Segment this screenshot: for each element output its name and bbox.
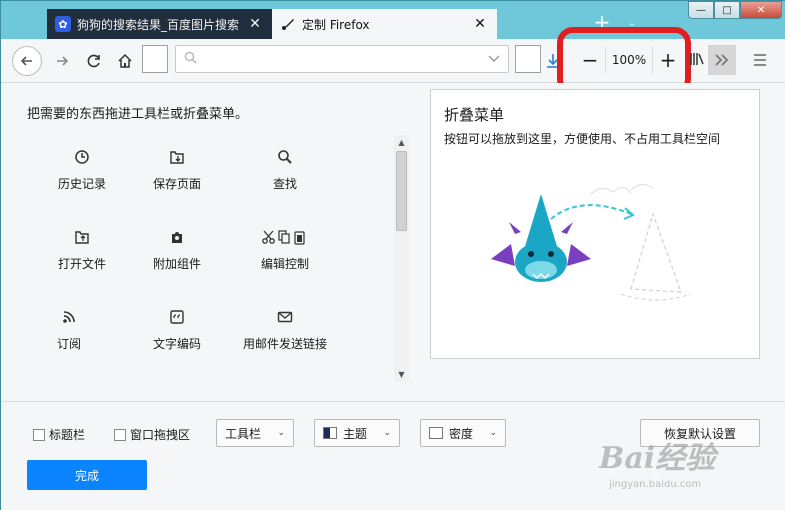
themes-dropdown-label: 主题	[343, 426, 368, 441]
feed-icon	[59, 307, 79, 327]
density-dropdown-label: 密度	[449, 426, 474, 441]
overflow-panel-title: 折叠菜单	[444, 106, 505, 124]
arrow-left-icon	[20, 56, 32, 66]
density-icon	[429, 427, 443, 439]
home-button[interactable]	[110, 46, 140, 76]
palette-item-label: 用邮件发送链接	[242, 337, 327, 351]
palette-item-open-file[interactable]: 打开文件	[27, 223, 137, 283]
done-button[interactable]: 完成	[27, 460, 147, 490]
save-page-icon	[167, 147, 187, 167]
baidu-jingyan-watermark: Bai经验 jingyan.baidu.com	[599, 433, 749, 499]
palette-item-label: 查找	[272, 177, 297, 191]
hamburger-icon	[754, 54, 766, 66]
flexible-space[interactable]	[142, 45, 168, 73]
palette-item-history[interactable]: 历史记录	[27, 143, 137, 203]
double-chevron-right-icon	[715, 54, 729, 66]
density-dropdown[interactable]: 密度 ⌄	[420, 419, 506, 447]
email-link-icon	[275, 307, 295, 327]
baidu-paw-icon: ✿	[55, 16, 71, 32]
scroll-thumb[interactable]	[396, 151, 407, 231]
home-icon	[118, 53, 132, 68]
palette-item-addons[interactable]: 附加组件	[122, 223, 232, 283]
palette-item-label: 历史记录	[57, 177, 106, 191]
maximize-button[interactable]: □	[714, 1, 740, 19]
checkbox-box[interactable]	[33, 428, 45, 441]
palette-item-text-encoding[interactable]: 文字编码	[122, 303, 232, 363]
close-icon[interactable]: ✕	[246, 15, 264, 33]
chevron-down-icon: ⌄	[277, 428, 285, 438]
url-bar[interactable]	[175, 45, 509, 73]
reload-button[interactable]	[79, 46, 109, 76]
titlebar-checkbox[interactable]: 标题栏	[33, 426, 85, 443]
find-icon	[275, 147, 295, 167]
palette-item-edit-controls[interactable]: 编辑控制	[230, 223, 340, 283]
arrow-right-icon	[57, 56, 69, 66]
history-icon	[72, 147, 92, 167]
palette-item-label: 订阅	[56, 337, 81, 351]
palette-item-label: 附加组件	[152, 257, 201, 271]
tab-customize-firefox[interactable]: 定制 Firefox ✕	[272, 9, 497, 39]
text-encoding-icon	[167, 307, 187, 327]
scroll-down-arrow-icon[interactable]: ▼	[394, 367, 409, 381]
tab-title: 定制 Firefox	[302, 17, 370, 32]
palette-item-find[interactable]: 查找	[230, 143, 340, 203]
paintbrush-icon	[280, 16, 296, 32]
chevron-down-icon[interactable]	[488, 53, 508, 66]
watermark-sub: jingyan.baidu.com	[609, 479, 702, 490]
search-icon	[184, 51, 197, 68]
checkbox-box[interactable]	[114, 428, 126, 441]
toolbars-dropdown[interactable]: 工具栏 ⌄	[216, 419, 294, 447]
palette-item-email-link[interactable]: 用邮件发送链接	[230, 303, 340, 363]
firefox-window: ✿ 狗狗的搜索结果_百度图片搜索 ✕ 定制 Firefox ✕ + ⌄ — □ …	[0, 0, 785, 510]
theme-icon	[323, 427, 337, 439]
watermark-main: Bai经验	[599, 441, 716, 476]
addons-icon	[167, 227, 187, 247]
palette-item-label: 文字编码	[152, 337, 201, 351]
dragon-illustration	[491, 183, 692, 301]
edit-controls-icon	[260, 227, 310, 247]
back-button[interactable]	[12, 46, 42, 76]
palette-item-label: 保存页面	[152, 177, 201, 191]
overflow-menu-button[interactable]	[708, 45, 736, 75]
close-window-button[interactable]: ✕	[740, 1, 782, 19]
drag-space-checkbox-label: 窗口拖拽区	[130, 428, 191, 442]
forward-button[interactable]	[47, 46, 77, 76]
toolbars-dropdown-label: 工具栏	[225, 426, 262, 441]
customization-palette: 历史记录 保存页面 查找 打开文件 附加组件 编辑控制 订阅 文字编码 用邮件发…	[27, 135, 381, 381]
library-icon[interactable]	[689, 51, 705, 69]
overflow-panel-description: 按钮可以拖放到这里，方便使用、不占用工具栏空间	[444, 132, 721, 146]
palette-title: 把需要的东西拖进工具栏或折叠菜单。	[27, 107, 249, 122]
flexible-space[interactable]	[515, 45, 541, 73]
reload-icon	[87, 54, 100, 68]
titlebar-checkbox-label: 标题栏	[49, 428, 86, 442]
overflow-panel[interactable]: 折叠菜单 按钮可以拖放到这里，方便使用、不占用工具栏空间	[430, 89, 760, 359]
palette-item-feed[interactable]: 订阅	[27, 303, 124, 363]
chevron-down-icon: ⌄	[489, 428, 497, 438]
palette-item-save-page[interactable]: 保存页面	[122, 143, 232, 203]
chevron-down-icon: ⌄	[383, 428, 391, 438]
minimize-button[interactable]: —	[688, 1, 714, 19]
tab-baidu-images[interactable]: ✿ 狗狗的搜索结果_百度图片搜索 ✕	[47, 9, 272, 39]
palette-item-label: 打开文件	[57, 257, 106, 271]
themes-dropdown[interactable]: 主题 ⌄	[314, 419, 400, 447]
close-icon[interactable]: ✕	[471, 15, 489, 33]
drag-space-checkbox[interactable]: 窗口拖拽区	[114, 426, 190, 443]
hamburger-menu-button[interactable]	[751, 49, 769, 71]
palette-scrollbar[interactable]: ▲ ▼	[394, 135, 409, 381]
palette-item-label: 编辑控制	[260, 257, 309, 271]
open-file-icon	[72, 227, 92, 247]
tab-title: 狗狗的搜索结果_百度图片搜索	[77, 17, 240, 32]
scroll-up-arrow-icon[interactable]: ▲	[394, 135, 409, 149]
url-input[interactable]	[203, 52, 488, 66]
